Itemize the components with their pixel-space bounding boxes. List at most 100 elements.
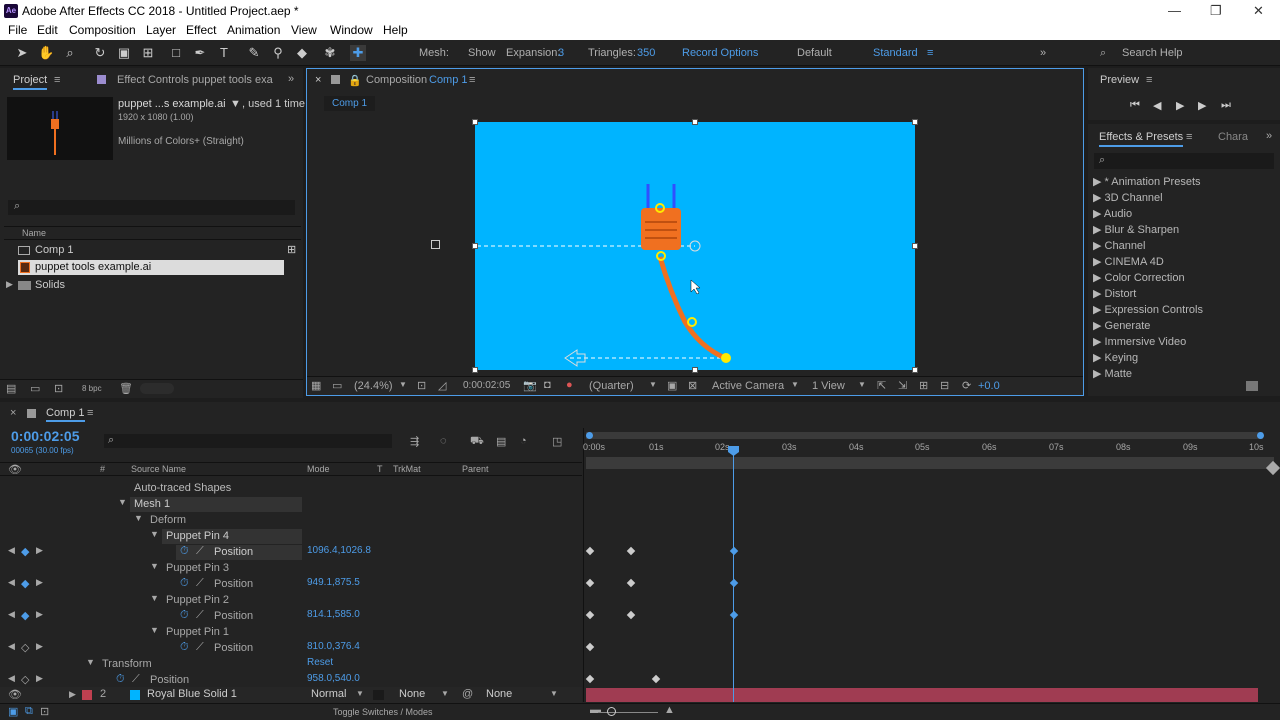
stopwatch-icon[interactable]: ⏱ bbox=[180, 545, 189, 561]
expand-arrow-icon[interactable]: ▶ bbox=[1093, 256, 1105, 268]
eraser-tool-icon[interactable]: ◆ bbox=[294, 45, 310, 61]
transparency-grid-icon[interactable]: ⊠ bbox=[688, 379, 697, 392]
next-keyframe-icon[interactable]: ▶ bbox=[36, 545, 43, 561]
panel-overflow-icon[interactable]: » bbox=[1266, 130, 1272, 142]
graph-icon[interactable]: ⟋ bbox=[196, 641, 204, 657]
record-options-button[interactable]: Record Options bbox=[682, 47, 758, 59]
tab-composition-label[interactable]: Composition bbox=[366, 74, 427, 86]
col-trkmat[interactable]: TrkMat bbox=[393, 464, 421, 474]
stopwatch-icon[interactable]: ⏱ bbox=[180, 641, 189, 657]
layer-row[interactable]: 👁 ▶ 2 Royal Blue Solid 1 Normal ▼ None ▼… bbox=[0, 687, 582, 703]
list-item[interactable]: ▶ Solids bbox=[4, 278, 301, 293]
rotate-tool-icon[interactable]: ↻ bbox=[92, 45, 108, 61]
more-workspaces-icon[interactable]: » bbox=[1040, 47, 1046, 59]
expand-arrow-icon[interactable]: ▼ bbox=[134, 513, 143, 529]
expand-arrow-icon[interactable]: ▼ bbox=[150, 593, 159, 609]
current-time[interactable]: 0:00:02:05 bbox=[463, 380, 510, 391]
next-keyframe-icon[interactable]: ▶ bbox=[36, 641, 43, 657]
col-source-name[interactable]: Source Name bbox=[131, 464, 186, 474]
expand-arrow-icon[interactable]: ▶ bbox=[1093, 240, 1105, 252]
expand-arrow-icon[interactable]: ▶ bbox=[1093, 288, 1105, 300]
hide-shy-layers-icon[interactable]: ⛟ bbox=[470, 435, 484, 449]
crop-icon[interactable]: ◿ bbox=[438, 379, 446, 392]
monitor-icon[interactable]: ▭ bbox=[332, 379, 342, 392]
workspace-menu-icon[interactable]: ≡ bbox=[927, 47, 933, 59]
property-label[interactable]: Transform bbox=[102, 658, 152, 674]
effects-category[interactable]: ▶ Expression Controls bbox=[1093, 303, 1203, 316]
expand-arrow-icon[interactable]: ▶ bbox=[1093, 176, 1105, 188]
time-ruler[interactable]: 0:00s 01s 02s 03s 04s 05s 06s 07s 08s 09… bbox=[583, 440, 1280, 456]
snapshot-icon[interactable]: 📷 bbox=[523, 379, 537, 392]
interpret-footage-icon[interactable]: ▤ bbox=[6, 382, 16, 395]
effects-category[interactable]: ▶ Immersive Video bbox=[1093, 335, 1186, 348]
chevron-down-icon[interactable]: ▼ bbox=[791, 380, 799, 389]
close-tab-icon[interactable]: × bbox=[10, 407, 16, 419]
property-value[interactable]: 814.1,585.0 bbox=[307, 609, 360, 625]
motion-path-handle[interactable] bbox=[431, 240, 440, 249]
effects-category[interactable]: ▶ Blur & Sharpen bbox=[1093, 223, 1179, 236]
menu-composition[interactable]: Composition bbox=[69, 23, 136, 37]
col-mode[interactable]: Mode bbox=[307, 464, 330, 474]
graph-icon[interactable]: ⟋ bbox=[196, 609, 204, 625]
expand-arrow-icon[interactable]: ▶ bbox=[1093, 304, 1105, 316]
clone-stamp-tool-icon[interactable]: ⚲ bbox=[270, 45, 286, 61]
channel-icon[interactable]: ● bbox=[566, 379, 573, 391]
col-number[interactable]: # bbox=[100, 464, 105, 474]
expand-arrow-icon[interactable]: ▼ bbox=[150, 625, 159, 641]
reset-exposure-icon[interactable]: ⟳ bbox=[962, 379, 971, 392]
effects-category[interactable]: ▶ Distort bbox=[1093, 287, 1136, 300]
expand-arrow-icon[interactable]: ▶ bbox=[1093, 208, 1104, 220]
menu-view[interactable]: View bbox=[291, 23, 317, 37]
preserve-transparency-checkbox[interactable] bbox=[373, 690, 384, 700]
flowchart-icon[interactable]: ⊟ bbox=[940, 379, 949, 392]
expand-arrow-icon[interactable]: ▼ bbox=[150, 561, 159, 577]
timeline-icon[interactable]: ⊞ bbox=[919, 379, 928, 392]
expand-arrow-icon[interactable]: ▶ bbox=[1093, 320, 1105, 332]
fit-icon[interactable]: ⊡ bbox=[417, 379, 426, 392]
tab-timeline-comp[interactable]: Comp 1 bbox=[46, 407, 85, 422]
property-label[interactable]: Position bbox=[214, 546, 253, 562]
property-label[interactable]: Puppet Pin 2 bbox=[166, 594, 229, 610]
chevron-down-icon[interactable]: ▼ bbox=[649, 380, 657, 389]
expand-arrow-icon[interactable]: ▶ bbox=[1093, 272, 1105, 284]
parent-select[interactable]: None bbox=[486, 688, 512, 700]
type-tool-icon[interactable]: T bbox=[216, 45, 232, 61]
view-layout-select[interactable]: 1 View bbox=[812, 380, 845, 392]
next-keyframe-icon[interactable]: ▶ bbox=[36, 577, 43, 593]
keyframe-toggle-icon[interactable]: ◆ bbox=[21, 609, 29, 625]
prev-keyframe-icon[interactable]: ◀ bbox=[8, 577, 15, 593]
col-parent[interactable]: Parent bbox=[462, 464, 489, 474]
thumbnail-slider[interactable] bbox=[140, 383, 174, 394]
first-frame-icon[interactable]: ⏮ bbox=[1130, 99, 1140, 112]
property-label[interactable]: Position bbox=[214, 642, 253, 658]
timeline-menu-icon[interactable]: ≡ bbox=[87, 407, 93, 419]
transform-handle[interactable] bbox=[472, 243, 478, 249]
puppet-pin-tool-icon[interactable]: ✚ bbox=[350, 45, 366, 61]
col-t[interactable]: T bbox=[377, 464, 383, 474]
property-label[interactable]: Deform bbox=[150, 514, 186, 530]
item-dropdown-icon[interactable]: ▼ bbox=[230, 98, 241, 110]
stopwatch-icon[interactable]: ⏱ bbox=[180, 577, 189, 593]
expand-arrow-icon[interactable]: ▼ bbox=[86, 657, 95, 673]
effects-category[interactable]: ▶ Channel bbox=[1093, 239, 1146, 252]
effects-category[interactable]: ▶ Color Correction bbox=[1093, 271, 1185, 284]
zoom-select[interactable]: (24.4%) bbox=[354, 380, 393, 392]
stopwatch-icon[interactable]: ⏱ bbox=[180, 609, 189, 625]
effects-category[interactable]: ▶ Keying bbox=[1093, 351, 1138, 364]
expand-arrow-icon[interactable]: ▶ bbox=[69, 689, 76, 700]
expand-arrow-icon[interactable]: ▶ bbox=[6, 279, 13, 290]
last-frame-icon[interactable]: ⏭ bbox=[1221, 99, 1231, 112]
effects-category[interactable]: ▶ Matte bbox=[1093, 367, 1132, 380]
time-navigator-bar[interactable] bbox=[586, 457, 1274, 469]
col-name[interactable]: Name bbox=[22, 228, 46, 238]
graph-icon[interactable]: ⟋ bbox=[196, 577, 204, 593]
zoom-tool-icon[interactable]: ⌕ bbox=[62, 45, 78, 61]
expand-arrow-icon[interactable]: ▶ bbox=[1093, 352, 1105, 364]
timeline-search-input[interactable]: ⌕ bbox=[104, 434, 392, 448]
timeline-graph-area[interactable] bbox=[583, 428, 1280, 702]
chevron-down-icon[interactable]: ▼ bbox=[399, 380, 407, 389]
graph-editor-icon[interactable]: ◳ bbox=[552, 435, 562, 448]
effects-category[interactable]: ▶ CINEMA 4D bbox=[1093, 255, 1164, 268]
flowchart-icon[interactable]: ⊞ bbox=[287, 243, 296, 256]
resolution-select[interactable]: (Quarter) bbox=[589, 380, 634, 392]
